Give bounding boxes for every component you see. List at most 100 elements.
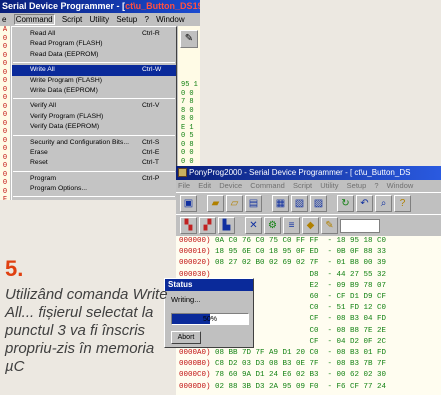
- menu-item-shortcut: [142, 86, 172, 96]
- hex-row-address: 0000D0): [179, 382, 216, 391]
- menu-item-shortcut: Ctrl-T: [142, 159, 159, 167]
- open-folder-icon[interactable]: ▰: [207, 195, 224, 212]
- window2-menubar: File Edit Device Command Script Utility …: [176, 180, 441, 192]
- hex-row-bytes: 08 BB 7D 7F A9 D1 20 C0 - 08 B3 01 FD: [215, 349, 387, 358]
- hex-row-address: 000000): [179, 237, 216, 245]
- app-icon: [178, 168, 187, 178]
- menu-command[interactable]: Command: [250, 181, 285, 190]
- abort-button[interactable]: Abort: [171, 331, 201, 344]
- hex-row-bytes: 02 88 3B D3 2A 95 09 F0 - F6 CF 77 24: [215, 382, 387, 391]
- refresh-icon[interactable]: ↻: [337, 195, 354, 212]
- menu-item-write-program-flash[interactable]: Write Program (FLASH): [12, 76, 176, 86]
- menu-help[interactable]: ?: [144, 15, 148, 24]
- menu-item-verify-program-flash[interactable]: Verify Program (FLASH): [12, 112, 176, 122]
- menu-item-read-all[interactable]: Read All Ctrl-R: [12, 29, 176, 39]
- strip-char: 0: [2, 162, 8, 170]
- menu-item-label: Program: [30, 174, 57, 182]
- write-all-icon[interactable]: ▞: [199, 217, 216, 234]
- hex-row[interactable]: 0000C0) 78 60 9A D1 24 E6 02 B3 - 00 62 …: [179, 370, 441, 381]
- menu-item-read-program-flash[interactable]: Read Program (FLASH): [12, 39, 176, 49]
- menu-window[interactable]: Window: [387, 181, 414, 190]
- config-icon[interactable]: ⚙: [264, 217, 281, 234]
- menu-item-label: Read Program (FLASH): [30, 40, 103, 48]
- menu-item-erase[interactable]: Erase Ctrl-E: [12, 148, 176, 158]
- erase-icon[interactable]: ✕: [245, 217, 262, 234]
- menu-item-verify-all[interactable]: Verify All Ctrl-V: [12, 101, 176, 111]
- menu-item-shortcut: Ctrl-R: [142, 30, 160, 37]
- hex-row-bytes: 18 95 6E C0 18 95 0F ED - 0B 0F 88 33: [215, 248, 387, 257]
- menu-file[interactable]: File: [178, 181, 190, 190]
- menu-item-program-options[interactable]: Program Options...: [12, 184, 176, 194]
- menu-separator: [13, 62, 175, 64]
- hex-row-bytes: 0A C0 76 C0 75 C0 FF FF - 18 95 18 C0: [215, 237, 387, 245]
- hex-row[interactable]: 000020) 08 27 02 B0 02 69 02 7F - 01 B8 …: [179, 258, 441, 269]
- write-icon[interactable]: ▧: [291, 195, 308, 212]
- info-icon[interactable]: ◆: [302, 217, 319, 234]
- menu-item-security-and-configuration-bits[interactable]: Security and Configuration Bits... Ctrl-S: [12, 138, 176, 148]
- help-icon[interactable]: ?: [394, 195, 411, 212]
- pencil-icon[interactable]: ✎: [180, 30, 198, 48]
- menu-edit[interactable]: Edit: [198, 181, 211, 190]
- strip-char: 0: [2, 68, 8, 77]
- menu-window[interactable]: Window: [156, 15, 184, 24]
- strip-char: 0: [2, 77, 8, 85]
- menu-utility[interactable]: Utility: [90, 15, 110, 24]
- strip-char: 0: [2, 119, 8, 128]
- strip-value: 0 0: [181, 149, 194, 157]
- strip-value: 8 0: [181, 106, 194, 115]
- toolbar-device-field[interactable]: [340, 218, 380, 233]
- save-icon[interactable]: ▱: [226, 195, 243, 212]
- menu-item-label: Erase: [30, 148, 48, 156]
- undo-icon[interactable]: ↶: [356, 195, 373, 212]
- menu-device[interactable]: Device: [219, 181, 242, 190]
- menu-separator: [13, 170, 175, 172]
- hex-row[interactable]: 000000) 0A C0 76 C0 75 C0 FF FF - 18 95 …: [179, 236, 441, 247]
- command-menu-dropdown: Read All Ctrl-R Read Program (FLASH) Read D…: [11, 26, 177, 200]
- hex-row[interactable]: 0000A0) 08 BB 7D 7F A9 D1 20 C0 - 08 B3 …: [179, 348, 441, 359]
- menu-script[interactable]: Script: [293, 181, 312, 190]
- menu-help[interactable]: ?: [374, 181, 378, 190]
- verify-icon[interactable]: ▙: [218, 217, 235, 234]
- menu-edit-partial[interactable]: e: [2, 15, 6, 24]
- serial-device-programmer-window: Serial Device Programmer - [ct\u_Button_…: [0, 0, 200, 200]
- hex-row[interactable]: 0000D0) 02 88 3B D3 2A 95 09 F0 - F6 CF …: [179, 382, 441, 393]
- window1-title-bar: Serial Device Programmer - [ct\u_Button_…: [0, 0, 200, 13]
- menu-item-reset[interactable]: Reset Ctrl-T: [12, 158, 176, 168]
- status-dialog: Status Writing... 50% Abort: [164, 278, 254, 348]
- window1-title-file: ct\u_Button_DS1990: [125, 1, 200, 11]
- strip-char: 0: [2, 43, 8, 51]
- menu-item-write-data-eeprom[interactable]: Write Data (EEPROM): [12, 86, 176, 96]
- menu-item-read-data-eeprom[interactable]: Read Data (EEPROM): [12, 50, 176, 60]
- app-icon[interactable]: ▣: [180, 195, 197, 212]
- print-icon[interactable]: ▨: [310, 195, 327, 212]
- menu-item-shortcut: [142, 184, 172, 194]
- menu-item-read-osc-calibration-byte[interactable]: Read Osc.Calibration ByteCtrl-O: [12, 199, 176, 200]
- menu-item-program[interactable]: Program Ctrl-P: [12, 174, 176, 184]
- save-as-icon[interactable]: ▤: [245, 195, 262, 212]
- menu-item-shortcut: [142, 50, 172, 60]
- menu-item-label: Read Data (EEPROM): [30, 50, 99, 58]
- menu-item-write-all[interactable]: Write All Ctrl-W: [12, 65, 176, 76]
- edit-icon[interactable]: ✎: [321, 217, 338, 234]
- read-all-icon[interactable]: ▚: [180, 217, 197, 234]
- hex-row[interactable]: 000010) 18 95 6E C0 18 95 0F ED - 0B 0F …: [179, 247, 441, 258]
- strip-char: 0: [2, 170, 8, 179]
- menu-setup[interactable]: Setup: [347, 181, 367, 190]
- menu-setup[interactable]: Setup: [116, 15, 137, 24]
- menu-item-verify-data-eeprom[interactable]: Verify Data (EEPROM): [12, 122, 176, 132]
- menu-script[interactable]: Script: [62, 15, 82, 24]
- hex-row-address: 000010): [179, 248, 216, 257]
- strip-char: 0: [2, 145, 8, 153]
- menu-item-shortcut: Ctrl-E: [142, 148, 160, 156]
- hex-row[interactable]: 0000B0) C8 D2 03 D3 08 B3 0E 7F - 08 B3 …: [179, 359, 441, 370]
- read-icon[interactable]: ▦: [272, 195, 289, 212]
- menu-item-label: Reset: [30, 159, 48, 167]
- menu-utility[interactable]: Utility: [320, 181, 338, 190]
- zoom-icon[interactable]: ⌕: [375, 195, 392, 212]
- strip-char: 0: [2, 60, 8, 68]
- strip-char: 0: [2, 187, 8, 196]
- menu-item-label: Verify Program (FLASH): [30, 112, 104, 120]
- menu-command[interactable]: Command: [13, 14, 55, 25]
- settings-icon[interactable]: ≡: [283, 217, 300, 234]
- menu-item-label: Write Data (EEPROM): [30, 86, 98, 94]
